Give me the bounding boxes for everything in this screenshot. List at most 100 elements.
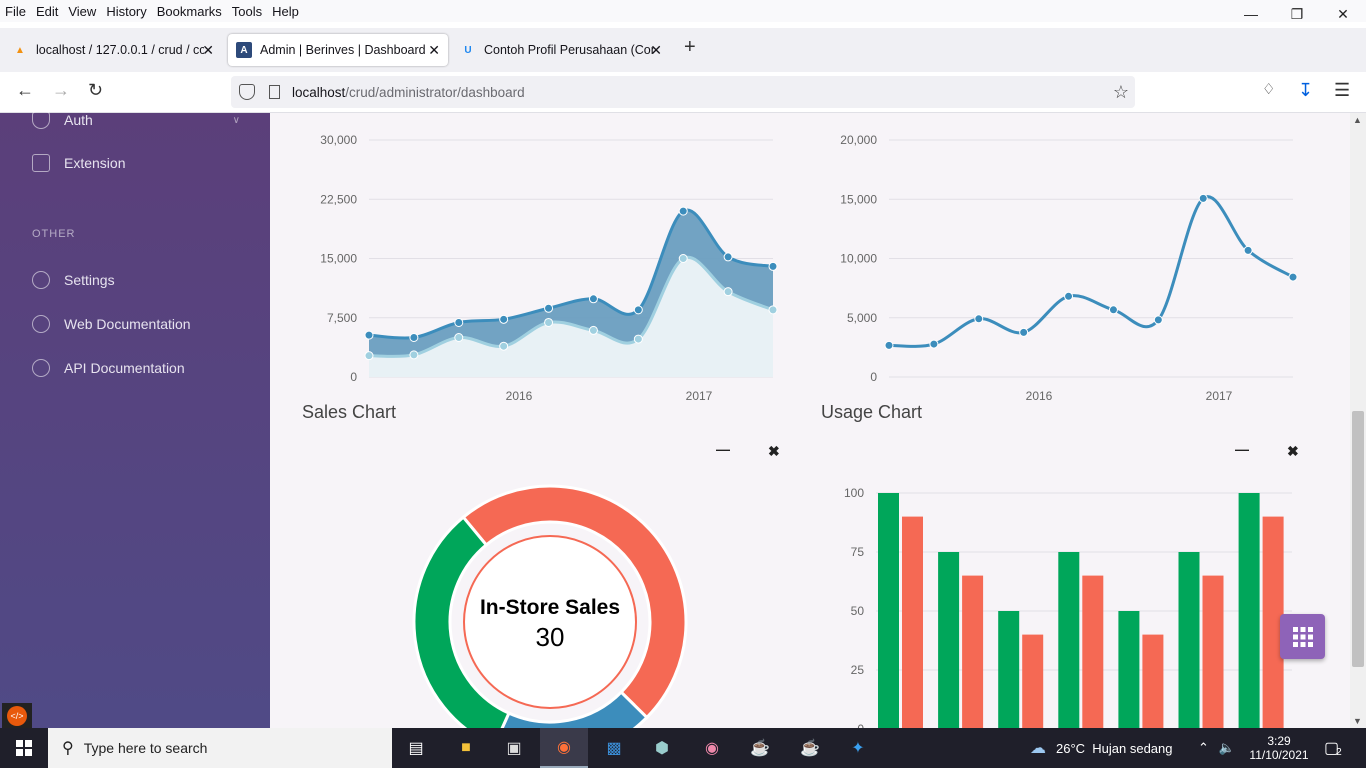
circle-icon bbox=[32, 359, 50, 377]
apps-grid-button[interactable] bbox=[1280, 614, 1325, 659]
sidebar-item-extension[interactable]: Extension bbox=[32, 154, 125, 172]
menu-edit[interactable]: Edit bbox=[31, 4, 63, 19]
y-tick-label: 100 bbox=[844, 486, 864, 500]
data-point bbox=[929, 339, 939, 349]
bar bbox=[962, 575, 984, 728]
phpmyadmin-icon: ▲ bbox=[15, 44, 25, 56]
close-box-icon[interactable]: ✖ bbox=[1287, 443, 1299, 460]
bar bbox=[1202, 575, 1224, 728]
restore-icon[interactable]: ❐ bbox=[1274, 0, 1320, 28]
bar bbox=[1058, 552, 1080, 728]
sidebar-item-settings[interactable]: Settings bbox=[32, 271, 115, 289]
data-point bbox=[633, 334, 643, 344]
sidebar-item-auth[interactable]: Auth ∨ bbox=[32, 111, 240, 129]
tab-phpmyadmin[interactable]: ▲ localhost / 127.0.0.1 / crud / cc_ ✕ bbox=[4, 34, 222, 66]
java-icon[interactable]: ☕ bbox=[736, 728, 784, 768]
vscode-icon[interactable]: ✦ bbox=[834, 728, 882, 768]
menu-bookmarks[interactable]: Bookmarks bbox=[152, 4, 227, 19]
store-icon[interactable]: ▣ bbox=[490, 728, 538, 768]
volume-icon[interactable]: 🔈 bbox=[1219, 740, 1235, 756]
menu-file[interactable]: File bbox=[0, 4, 31, 19]
y-tick-label: 15,000 bbox=[840, 192, 877, 206]
y-tick-label: 0 bbox=[870, 370, 877, 384]
forward-arrow-icon[interactable]: → bbox=[52, 80, 70, 101]
weather-widget[interactable]: ☁ 26°C Hujan sedang bbox=[1030, 728, 1173, 768]
data-point bbox=[1288, 272, 1298, 282]
shield-icon bbox=[32, 111, 50, 129]
bar bbox=[878, 493, 899, 728]
data-point bbox=[884, 340, 894, 350]
data-point bbox=[1153, 315, 1163, 325]
taskbar-search-input[interactable]: ⚲ Type here to search bbox=[48, 728, 392, 768]
close-box-icon[interactable]: ✖ bbox=[768, 443, 780, 460]
shield-icon[interactable] bbox=[239, 84, 255, 100]
close-tab-icon[interactable]: ✕ bbox=[202, 42, 214, 59]
star-icon[interactable]: ☆ bbox=[1113, 82, 1129, 103]
menu-help[interactable]: Help bbox=[267, 4, 304, 19]
data-point bbox=[544, 303, 554, 313]
x-tick-label: 2017 bbox=[686, 389, 713, 403]
menu-view[interactable]: View bbox=[63, 4, 101, 19]
java-icon-2[interactable]: ☕ bbox=[786, 728, 834, 768]
firefox-icon[interactable]: ◉ bbox=[540, 728, 588, 768]
tab-label: Admin | Berinves | Dashboard bbox=[260, 43, 426, 57]
presentation-app-icon[interactable]: ▩ bbox=[590, 728, 638, 768]
code-icon[interactable]: </> bbox=[2, 703, 32, 728]
collapse-icon[interactable]: — bbox=[716, 441, 730, 457]
file-explorer-icon[interactable]: ■ bbox=[442, 728, 490, 768]
chevron-down-icon: ∨ bbox=[232, 114, 240, 126]
new-tab-icon[interactable]: + bbox=[684, 36, 696, 59]
scrollbar-thumb[interactable] bbox=[1352, 411, 1364, 667]
cube-app-icon[interactable]: ⬢ bbox=[638, 728, 686, 768]
sales-chart-title: Sales Chart bbox=[302, 402, 397, 422]
circle-icon bbox=[32, 315, 50, 333]
pocket-icon[interactable]: ♢ bbox=[1262, 80, 1275, 98]
close-tab-icon[interactable]: ✕ bbox=[650, 42, 662, 59]
minimize-icon[interactable]: — bbox=[1228, 0, 1274, 28]
scroll-up-icon[interactable]: ▲ bbox=[1353, 115, 1362, 125]
page-icon bbox=[269, 85, 280, 99]
sidebar-item-label: Web Documentation bbox=[64, 316, 191, 332]
chevron-up-icon[interactable]: ⌃ bbox=[1198, 740, 1209, 756]
reload-icon[interactable]: ↻ bbox=[88, 80, 103, 101]
sidebar-item-web-documentation[interactable]: Web Documentation bbox=[32, 315, 191, 333]
data-point bbox=[364, 351, 374, 361]
x-tick-label: 2016 bbox=[506, 389, 533, 403]
sidebar-item-label: Extension bbox=[64, 155, 126, 171]
y-tick-label: 20,000 bbox=[840, 133, 877, 147]
back-arrow-icon[interactable]: ← bbox=[16, 80, 34, 101]
tab-company-profile[interactable]: U Contoh Profil Perusahaan (Com ✕ bbox=[452, 34, 670, 66]
menu-tools[interactable]: Tools bbox=[227, 4, 267, 19]
bar bbox=[1022, 634, 1044, 728]
data-point bbox=[1243, 245, 1253, 255]
close-tab-icon[interactable]: ✕ bbox=[428, 42, 440, 59]
clock[interactable]: 3:29 11/10/2021 bbox=[1248, 728, 1310, 768]
window-controls: — ❐ ✕ bbox=[1228, 0, 1366, 28]
dashboard-content: 0 7,500 15,000 22,500 30,000 2016 2017 0 5,000 1… bbox=[270, 113, 1350, 728]
donut-label: In-Store Sales bbox=[480, 596, 620, 619]
download-icon[interactable]: ↧ bbox=[1298, 80, 1313, 101]
sales-donut-chart: In-Store Sales 30 bbox=[412, 484, 688, 728]
sidebar-item-api-documentation[interactable]: API Documentation bbox=[32, 359, 185, 377]
task-view-icon[interactable]: ▤ bbox=[392, 728, 440, 768]
scroll-down-icon[interactable]: ▼ bbox=[1353, 716, 1362, 726]
menu-history[interactable]: History bbox=[101, 4, 151, 19]
notification-center[interactable]: ▢ 2 bbox=[1324, 728, 1342, 768]
url-bar[interactable]: localhost/crud/administrator/dashboard ☆ bbox=[231, 76, 1135, 108]
usage-line-chart: 0 5,000 10,000 15,000 20,000 2016 2017 bbox=[840, 133, 1298, 403]
tab-dashboard[interactable]: A Admin | Berinves | Dashboard ✕ bbox=[228, 34, 448, 66]
page-scrollbar[interactable]: ▲ ▼ bbox=[1350, 113, 1366, 728]
y-tick-label: 75 bbox=[851, 545, 865, 559]
windows-start-icon[interactable] bbox=[0, 728, 48, 768]
sidebar-section-title: OTHER bbox=[32, 228, 76, 240]
sidebar-item-label: Auth bbox=[64, 112, 93, 128]
close-window-icon[interactable]: ✕ bbox=[1320, 0, 1366, 28]
hamburger-menu-icon[interactable]: ☰ bbox=[1334, 80, 1350, 101]
notification-count: 2 bbox=[1336, 746, 1342, 758]
menu-bar: File Edit View History Bookmarks Tools H… bbox=[0, 0, 1366, 22]
collapse-icon[interactable]: — bbox=[1235, 441, 1249, 457]
data-point bbox=[588, 325, 598, 335]
data-point bbox=[499, 341, 509, 351]
paint-icon[interactable]: ◉ bbox=[688, 728, 736, 768]
data-point bbox=[678, 206, 688, 216]
